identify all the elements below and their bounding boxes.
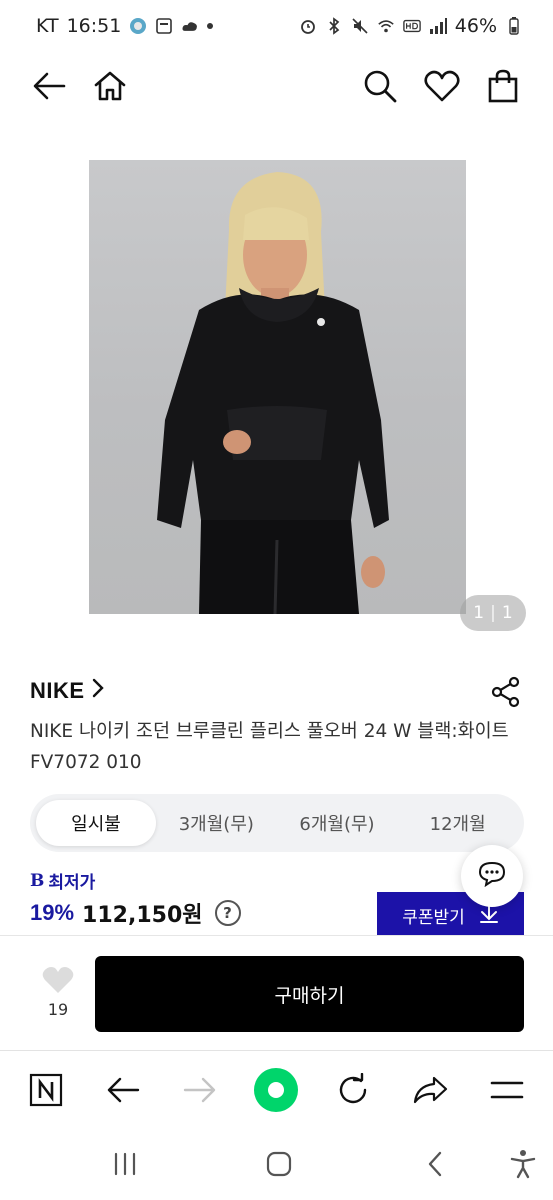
tab-3-months[interactable]: 3개월(무) xyxy=(156,800,277,846)
message-notification-icon xyxy=(155,17,173,35)
buy-button[interactable]: 구매하기 xyxy=(95,956,524,1032)
naver-n-icon[interactable] xyxy=(23,1067,69,1113)
lowest-price-label: B 최저가 xyxy=(30,868,96,894)
bluetooth-icon xyxy=(325,17,343,35)
refresh-icon[interactable] xyxy=(330,1067,376,1113)
lowest-price-prefix: B xyxy=(30,870,45,891)
lowest-price-text: 최저가 xyxy=(48,873,96,893)
recent-apps-icon[interactable] xyxy=(105,1146,145,1182)
pager-total: 1 xyxy=(501,603,513,623)
like-button[interactable]: 19 xyxy=(36,966,80,1019)
back-arrow-icon[interactable] xyxy=(29,66,69,106)
chat-button[interactable] xyxy=(461,845,523,907)
installment-tabs: 일시불 3개월(무) 6개월(무) 12개월 xyxy=(30,794,524,852)
tab-6-months[interactable]: 6개월(무) xyxy=(277,800,398,846)
pager-current: 1 xyxy=(473,603,485,623)
accessibility-icon[interactable] xyxy=(503,1146,543,1182)
search-icon[interactable] xyxy=(360,66,400,106)
hd-voice-icon xyxy=(402,17,421,35)
home-icon[interactable] xyxy=(90,66,130,106)
back-nav-icon[interactable] xyxy=(415,1146,455,1182)
image-pager: 1 | 1 xyxy=(460,595,526,631)
purchase-bar: 19 구매하기 xyxy=(0,935,553,1050)
share-arrow-icon[interactable] xyxy=(407,1067,453,1113)
forward-icon[interactable] xyxy=(177,1067,223,1113)
chevron-right-icon xyxy=(91,678,105,704)
product-photo-illustration xyxy=(157,172,389,614)
battery-percent: 46% xyxy=(454,15,497,37)
system-nav-bar xyxy=(0,1130,553,1200)
like-count: 19 xyxy=(47,1000,69,1019)
chat-bubble-icon xyxy=(478,861,506,891)
shopping-bag-icon[interactable] xyxy=(483,66,523,106)
alarm-icon xyxy=(299,17,317,35)
product-image[interactable] xyxy=(89,160,466,614)
home-circle-icon[interactable] xyxy=(253,1067,299,1113)
status-bar: KT 16:51 46% xyxy=(0,0,553,52)
price-row: 19% 112,150원 ? xyxy=(30,897,241,929)
wifi-icon xyxy=(377,17,395,35)
more-notifications-dot xyxy=(207,23,214,29)
mute-icon xyxy=(351,17,369,35)
heart-filled-icon xyxy=(42,967,74,998)
browser-toolbar xyxy=(0,1050,553,1130)
clock: 16:51 xyxy=(66,15,122,37)
share-icon[interactable] xyxy=(490,676,522,708)
app-notification-icon xyxy=(129,17,147,35)
heart-icon[interactable] xyxy=(422,66,462,106)
coupon-label: 쿠폰받기 xyxy=(402,907,465,928)
home-nav-icon[interactable] xyxy=(259,1146,299,1182)
brand-name: NIKE xyxy=(30,678,85,703)
product-title: NIKE 나이키 조던 브루클린 플리스 풀오버 24 W 블랙:화이트 FV7… xyxy=(30,721,509,773)
cloud-notification-icon xyxy=(181,17,199,35)
tab-12-months[interactable]: 12개월 xyxy=(397,800,518,846)
tab-lump-sum[interactable]: 일시불 xyxy=(36,800,156,846)
sale-price: 112,150원 xyxy=(82,903,203,928)
back-icon[interactable] xyxy=(100,1067,146,1113)
carrier-label: KT xyxy=(36,15,59,37)
discount-rate: 19% xyxy=(30,900,75,925)
menu-icon[interactable] xyxy=(484,1067,530,1113)
app-header xyxy=(0,52,553,120)
brand-link[interactable]: NIKE xyxy=(30,678,105,704)
battery-icon xyxy=(505,17,523,35)
pager-divider: | xyxy=(490,603,496,623)
signal-icon xyxy=(429,17,447,35)
price-help-icon[interactable]: ? xyxy=(214,900,241,926)
